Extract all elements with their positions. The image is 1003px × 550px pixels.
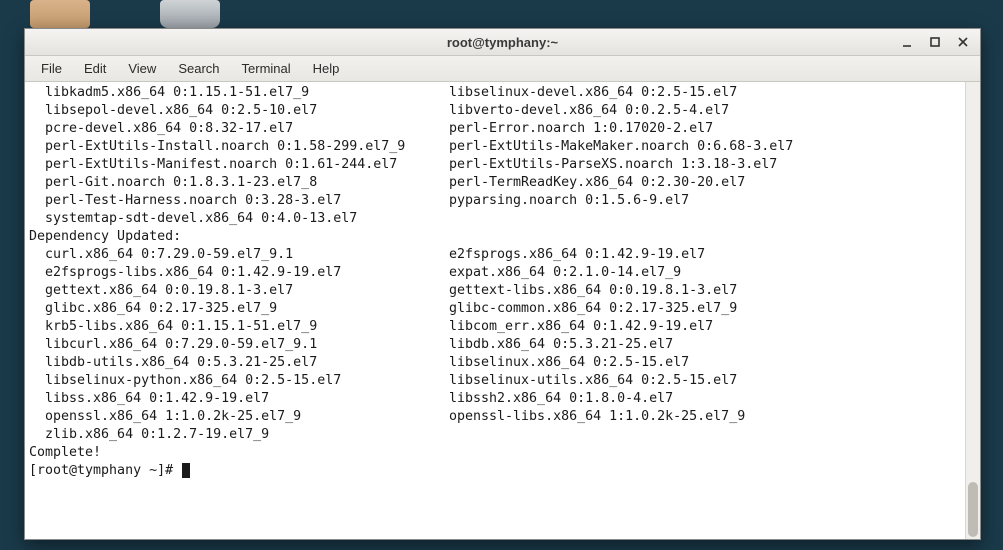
output-row: libsepol-devel.x86_64 0:2.5-10.el7 libve… [29,102,961,120]
output-cell: perl-TermReadKey.x86_64 0:2.30-20.el7 [449,174,745,192]
maximize-button[interactable] [922,32,948,52]
titlebar[interactable]: root@tymphany:~ [25,29,980,56]
output-cell: systemtap-sdt-devel.x86_64 0:4.0-13.el7 [29,210,449,228]
window-controls [894,29,976,55]
output-cell: libselinux-python.x86_64 0:2.5-15.el7 [29,372,449,390]
menu-edit[interactable]: Edit [74,58,116,79]
cursor [182,463,190,478]
output-row: krb5-libs.x86_64 0:1.15.1-51.el7_9 libco… [29,318,961,336]
desktop-background [0,0,1003,30]
output-row: libcurl.x86_64 0:7.29.0-59.el7_9.1 libdb… [29,336,961,354]
desktop-folder-icon [30,0,90,28]
output-row: systemtap-sdt-devel.x86_64 0:4.0-13.el7 [29,210,961,228]
desktop-trash-icon [160,0,220,28]
output-cell: glibc.x86_64 0:2.17-325.el7_9 [29,300,449,318]
output-cell: libss.x86_64 0:1.42.9-19.el7 [29,390,449,408]
output-cell: perl-ExtUtils-Manifest.noarch 0:1.61-244… [29,156,449,174]
output-cell: perl-ExtUtils-ParseXS.noarch 1:3.18-3.el… [449,156,777,174]
output-row: zlib.x86_64 0:1.2.7-19.el7_9 [29,426,961,444]
output-cell: libssh2.x86_64 0:1.8.0-4.el7 [449,390,673,408]
output-cell: krb5-libs.x86_64 0:1.15.1-51.el7_9 [29,318,449,336]
minimize-button[interactable] [894,32,920,52]
output-line: Dependency Updated: [29,228,961,246]
output-row: libkadm5.x86_64 0:1.15.1-51.el7_9 libsel… [29,84,961,102]
output-row: perl-ExtUtils-Install.noarch 0:1.58-299.… [29,138,961,156]
output-cell: libdb-utils.x86_64 0:5.3.21-25.el7 [29,354,449,372]
prompt-line[interactable]: [root@tymphany ~]# [29,462,961,480]
output-row: perl-Test-Harness.noarch 0:3.28-3.el7 py… [29,192,961,210]
output-cell: pcre-devel.x86_64 0:8.32-17.el7 [29,120,449,138]
output-row: openssl.x86_64 1:1.0.2k-25.el7_9 openssl… [29,408,961,426]
output-cell: openssl.x86_64 1:1.0.2k-25.el7_9 [29,408,449,426]
output-cell: perl-Error.noarch 1:0.17020-2.el7 [449,120,713,138]
output-cell: perl-Git.noarch 0:1.8.3.1-23.el7_8 [29,174,449,192]
output-row: libdb-utils.x86_64 0:5.3.21-25.el7 libse… [29,354,961,372]
output-cell: gettext.x86_64 0:0.19.8.1-3.el7 [29,282,449,300]
output-cell: libsepol-devel.x86_64 0:2.5-10.el7 [29,102,449,120]
menu-terminal[interactable]: Terminal [232,58,301,79]
output-row: libss.x86_64 0:1.42.9-19.el7 libssh2.x86… [29,390,961,408]
output-row: curl.x86_64 0:7.29.0-59.el7_9.1 e2fsprog… [29,246,961,264]
output-cell: pyparsing.noarch 0:1.5.6-9.el7 [449,192,689,210]
terminal-output[interactable]: libkadm5.x86_64 0:1.15.1-51.el7_9 libsel… [25,82,965,539]
output-row: gettext.x86_64 0:0.19.8.1-3.el7 gettext-… [29,282,961,300]
scroll-thumb[interactable] [968,482,978,537]
scrollbar[interactable] [965,82,980,539]
output-cell: libdb.x86_64 0:5.3.21-25.el7 [449,336,673,354]
maximize-icon [929,36,941,48]
output-cell: gettext-libs.x86_64 0:0.19.8.1-3.el7 [449,282,737,300]
terminal-area: libkadm5.x86_64 0:1.15.1-51.el7_9 libsel… [25,82,980,539]
output-cell: curl.x86_64 0:7.29.0-59.el7_9.1 [29,246,449,264]
output-cell: perl-Test-Harness.noarch 0:3.28-3.el7 [29,192,449,210]
output-row: glibc.x86_64 0:2.17-325.el7_9 glibc-comm… [29,300,961,318]
output-cell: libverto-devel.x86_64 0:0.2.5-4.el7 [449,102,729,120]
output-cell: perl-ExtUtils-Install.noarch 0:1.58-299.… [29,138,449,156]
output-cell: libselinux-devel.x86_64 0:2.5-15.el7 [449,84,737,102]
output-cell: e2fsprogs.x86_64 0:1.42.9-19.el7 [449,246,705,264]
window-title: root@tymphany:~ [447,35,558,50]
shell-prompt: [root@tymphany ~]# [29,463,181,478]
close-icon [957,36,969,48]
output-cell: openssl-libs.x86_64 1:1.0.2k-25.el7_9 [449,408,745,426]
output-cell: libcurl.x86_64 0:7.29.0-59.el7_9.1 [29,336,449,354]
output-cell: libselinux-utils.x86_64 0:2.5-15.el7 [449,372,737,390]
menu-view[interactable]: View [118,58,166,79]
output-cell: zlib.x86_64 0:1.2.7-19.el7_9 [29,426,449,444]
menu-search[interactable]: Search [168,58,229,79]
output-row: perl-Git.noarch 0:1.8.3.1-23.el7_8 perl-… [29,174,961,192]
output-cell: libcom_err.x86_64 0:1.42.9-19.el7 [449,318,713,336]
terminal-window: root@tymphany:~ FileEditViewSearchTermin… [24,28,981,540]
output-row: e2fsprogs-libs.x86_64 0:1.42.9-19.el7 ex… [29,264,961,282]
output-line: Complete! [29,444,961,462]
output-cell: libkadm5.x86_64 0:1.15.1-51.el7_9 [29,84,449,102]
output-row: libselinux-python.x86_64 0:2.5-15.el7 li… [29,372,961,390]
output-cell: libselinux.x86_64 0:2.5-15.el7 [449,354,689,372]
output-cell: perl-ExtUtils-MakeMaker.noarch 0:6.68-3.… [449,138,793,156]
menu-help[interactable]: Help [303,58,350,79]
output-cell: expat.x86_64 0:2.1.0-14.el7_9 [449,264,681,282]
output-row: pcre-devel.x86_64 0:8.32-17.el7 perl-Err… [29,120,961,138]
output-row: perl-ExtUtils-Manifest.noarch 0:1.61-244… [29,156,961,174]
output-cell: e2fsprogs-libs.x86_64 0:1.42.9-19.el7 [29,264,449,282]
minimize-icon [901,36,913,48]
close-button[interactable] [950,32,976,52]
output-cell: glibc-common.x86_64 0:2.17-325.el7_9 [449,300,737,318]
menubar: FileEditViewSearchTerminalHelp [25,56,980,82]
menu-file[interactable]: File [31,58,72,79]
